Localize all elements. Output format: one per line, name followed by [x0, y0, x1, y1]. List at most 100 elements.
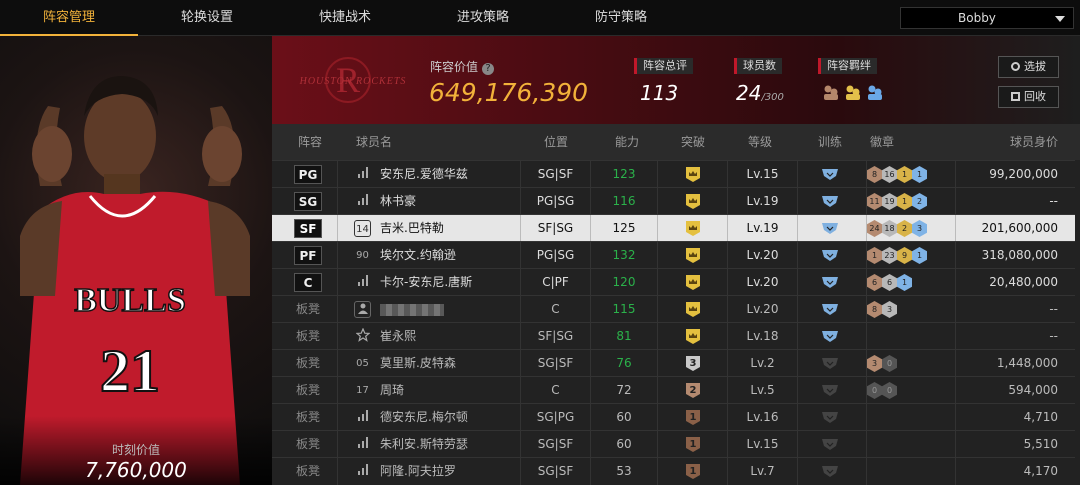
table-row[interactable]: C 卡尔-安东尼.唐斯 C|PF 120 Lv.20 6 6 1 20,480,000: [272, 268, 1075, 296]
help-icon[interactable]: ?: [482, 63, 495, 75]
badge-silver-icon: 19: [882, 193, 897, 210]
player-value: 318,080,000: [981, 248, 1058, 262]
breakthrough-level: 1: [689, 466, 697, 477]
table-row[interactable]: SF 14 吉米.巴特勒 SF|SG 125 Lv.19 24 18 2 3 201,600,000: [272, 214, 1075, 242]
badge-bronze-icon: 24: [867, 220, 882, 237]
bench-label: 板凳: [296, 410, 321, 424]
badge-group: 1 23 9 1: [867, 247, 927, 264]
table-row[interactable]: 板凳 崔永熙 SF|SG 81 Lv.18 --: [272, 322, 1075, 350]
training-icon[interactable]: [821, 276, 839, 289]
col-level[interactable]: 等级: [748, 124, 772, 160]
table-row[interactable]: 板凳 05 莫里斯.皮特森 SG|SF 76 3 Lv.2 3 0 1,448,000: [272, 349, 1075, 377]
draft-button[interactable]: 选拔: [998, 56, 1059, 78]
player-position: SF|SG: [537, 329, 574, 343]
col-value[interactable]: 球员身价: [1010, 124, 1058, 160]
player-ability: 81: [616, 329, 632, 343]
col-badges[interactable]: 徽章: [870, 124, 894, 160]
table-row[interactable]: 板凳 德安东尼.梅尔顿 SG|PG 60 1 Lv.16 4,710: [272, 403, 1075, 431]
tab-lineup-management[interactable]: 阵容管理: [0, 0, 138, 36]
player-ability: 60: [616, 410, 632, 424]
badge-blue-icon: 2: [912, 193, 927, 210]
player-ability: 60: [616, 437, 632, 451]
training-icon[interactable]: [821, 357, 839, 370]
lineup-value-label: 阵容价值?: [430, 58, 495, 75]
player-name[interactable]: 卡尔-安东尼.唐斯: [380, 269, 472, 296]
crown-icon: [685, 221, 701, 236]
tab-defense-strategy[interactable]: 防守策略: [552, 0, 690, 36]
badge-silver-icon: 6: [882, 274, 897, 291]
stat-label-overall: 阵容总评: [634, 58, 693, 74]
badge-silver-icon: 23: [882, 247, 897, 264]
table-row[interactable]: SG 林书豪 PG|SG 116 Lv.19 11 19 1 2 --: [272, 187, 1075, 215]
badge-bronze-icon: 8: [867, 301, 882, 318]
recycle-button[interactable]: 回收: [998, 86, 1059, 108]
tab-offense-strategy[interactable]: 进攻策略: [414, 0, 552, 36]
player-value: 4,170: [1023, 464, 1058, 478]
player-name[interactable]: 朱利安.斯特劳瑟: [380, 431, 468, 458]
player-name[interactable]: 安东尼.爱德华兹: [380, 161, 468, 188]
player-level: Lv.20: [746, 302, 779, 316]
table-row[interactable]: 板凳 17 周琦 C 72 2 Lv.5 0 0 594,000: [272, 376, 1075, 404]
player-value: --: [1049, 329, 1058, 343]
position-slot-badge: C: [294, 273, 322, 292]
col-name[interactable]: 球员名: [356, 124, 392, 160]
player-value: 201,600,000: [981, 221, 1058, 235]
col-position[interactable]: 位置: [544, 124, 568, 160]
player-name[interactable]: 德安东尼.梅尔顿: [380, 404, 468, 431]
training-icon[interactable]: [821, 384, 839, 397]
bond-icons[interactable]: [822, 83, 886, 105]
training-icon[interactable]: [821, 168, 839, 181]
badge-group: 11 19 1 2: [867, 193, 927, 210]
crown-icon: [685, 302, 701, 317]
crown-icon: [685, 275, 701, 290]
badge-bronze-icon: 1: [867, 247, 882, 264]
player-name[interactable]: 崔永熙: [380, 323, 416, 350]
bond-gold-icon: [846, 85, 860, 100]
breakthrough-level: 2: [689, 385, 697, 396]
jersey-number-label: 90: [356, 250, 369, 261]
stat-label-bonds: 阵容羁绊: [818, 58, 877, 74]
badge-gold-icon: 1: [897, 166, 912, 183]
player-position: SG|SF: [537, 437, 574, 451]
player-ability: 125: [612, 221, 636, 235]
player-level: Lv.15: [746, 167, 779, 181]
training-icon[interactable]: [821, 222, 839, 235]
chevron-down-icon: [1055, 16, 1065, 22]
badge-group: 8 16 1 1: [867, 166, 927, 183]
user-dropdown[interactable]: Bobby: [900, 7, 1074, 29]
table-row[interactable]: 板凳 朱利安.斯特劳瑟 SG|SF 60 1 Lv.15 5,510: [272, 430, 1075, 458]
training-icon[interactable]: [821, 195, 839, 208]
position-slot-badge: PG: [294, 165, 322, 184]
training-icon[interactable]: [821, 303, 839, 316]
player-name[interactable]: 林书豪: [380, 188, 416, 215]
player-position: PG|SG: [536, 248, 575, 262]
training-icon[interactable]: [821, 249, 839, 262]
table-row[interactable]: 板凳 阿隆.阿夫拉罗 SG|SF 53 1 Lv.7 4,170: [272, 457, 1075, 485]
badge-blue-icon: 1: [897, 274, 912, 291]
col-slot[interactable]: 阵容: [298, 124, 322, 160]
signal-bars-icon: [354, 436, 371, 453]
player-name[interactable]: 吉米.巴特勒: [380, 215, 444, 242]
training-icon[interactable]: [821, 465, 839, 478]
crown-icon: [685, 329, 701, 344]
table-row[interactable]: PG 安东尼.爱德华兹 SG|SF 123 Lv.15 8 16 1 1 99,200,000: [272, 160, 1075, 188]
col-training[interactable]: 训练: [818, 124, 842, 160]
training-icon[interactable]: [821, 438, 839, 451]
bench-label: 板凳: [296, 383, 321, 397]
player-value: 4,710: [1023, 410, 1058, 424]
player-name[interactable]: 阿隆.阿夫拉罗: [380, 458, 456, 485]
user-name: Bobby: [958, 11, 996, 25]
table-row[interactable]: 板凳 C 115 Lv.20 8 3 --: [272, 295, 1075, 323]
breakthrough-level: 1: [689, 412, 697, 423]
player-name[interactable]: 埃尔文.约翰逊: [380, 242, 456, 269]
player-name[interactable]: 莫里斯.皮特森: [380, 350, 456, 377]
tab-rotation-settings[interactable]: 轮换设置: [138, 0, 276, 36]
tab-quick-tactics[interactable]: 快捷战术: [276, 0, 414, 36]
training-icon[interactable]: [821, 330, 839, 343]
table-row[interactable]: PF 90 埃尔文.约翰逊 PG|SG 132 Lv.20 1 23 9 1 318,080,000: [272, 241, 1075, 269]
player-name[interactable]: 周琦: [380, 377, 404, 404]
col-breakthrough[interactable]: 突破: [681, 124, 705, 160]
col-ability[interactable]: 能力: [615, 124, 639, 160]
player-level: Lv.15: [746, 437, 779, 451]
training-icon[interactable]: [821, 411, 839, 424]
